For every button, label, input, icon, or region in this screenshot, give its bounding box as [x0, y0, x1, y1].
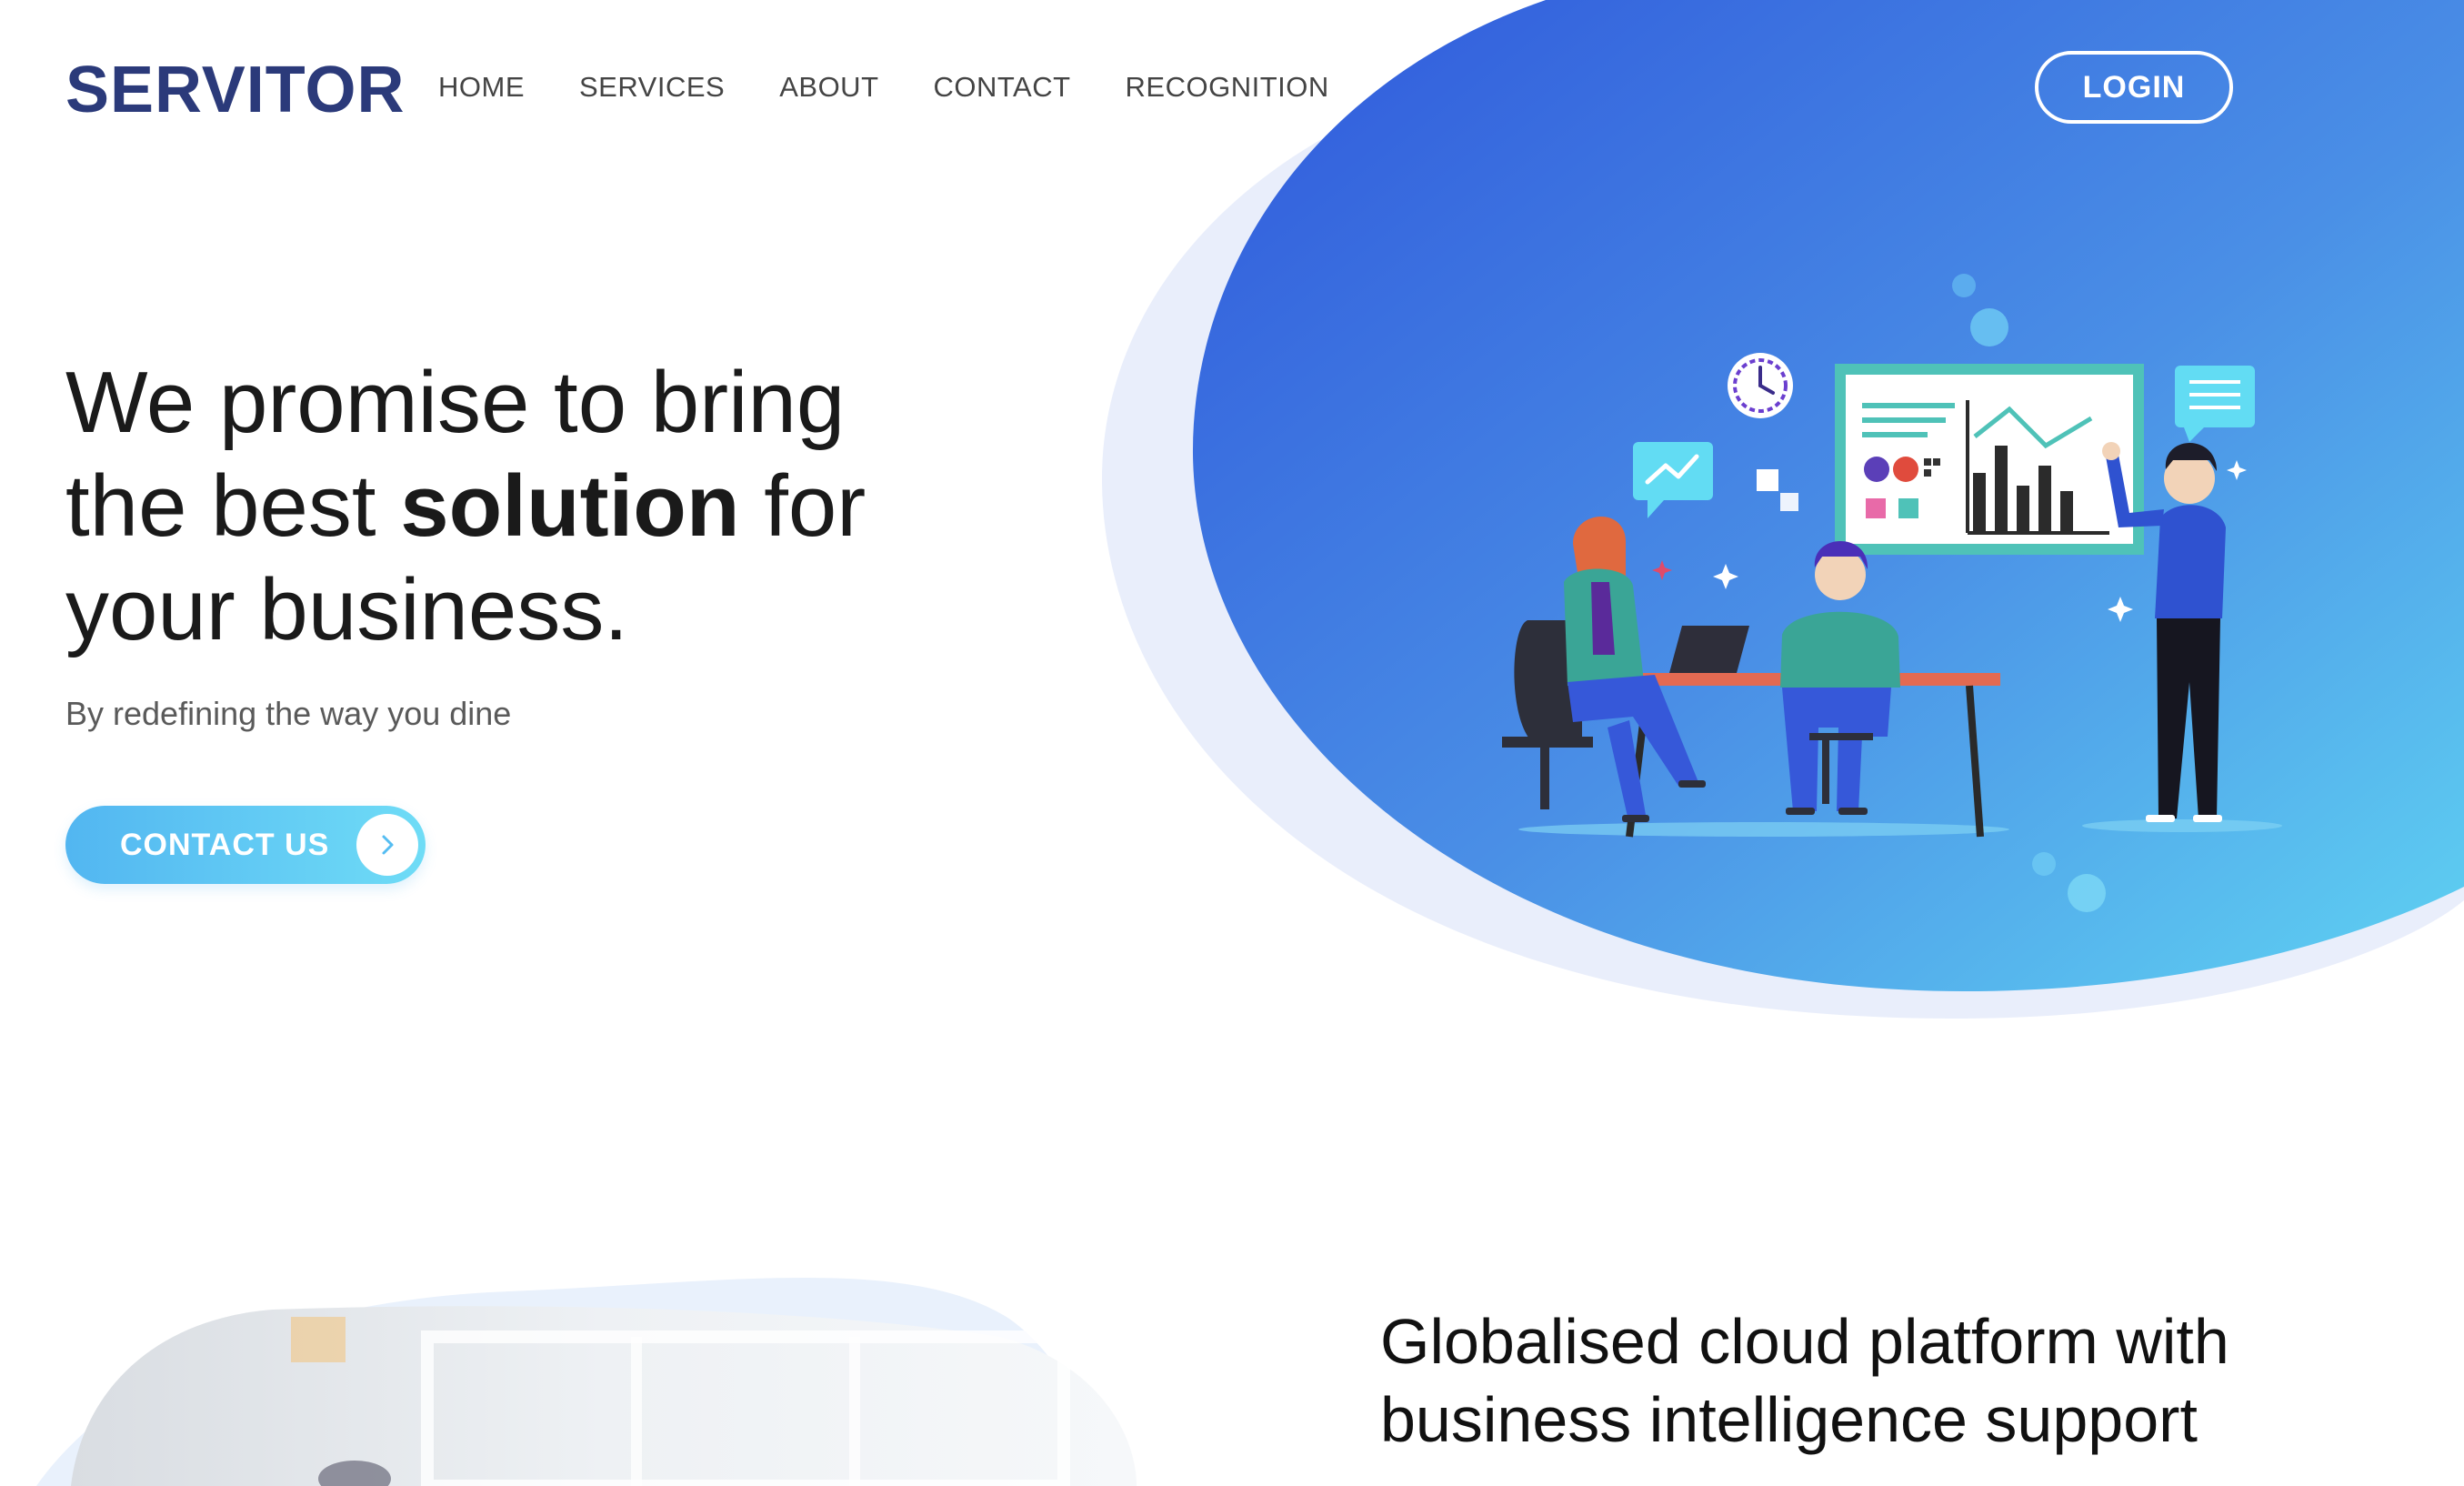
hero-title-line1: We promise to bring: [65, 354, 846, 451]
hero-title-line2-pre: the best: [65, 457, 401, 555]
section2-title: Globalised cloud platform with business i…: [1380, 1302, 2380, 1459]
contact-us-label: CONTACT US: [120, 827, 330, 862]
ground-shadow: [2082, 819, 2282, 832]
sticky-note-icon: [1780, 493, 1798, 511]
clock-icon: [1728, 353, 1793, 418]
bubble-decoration: [1970, 308, 2008, 346]
ground-shadow: [1518, 822, 2009, 837]
section2-title-line1: Globalised cloud platform with: [1380, 1306, 2229, 1377]
sparkle-icon: [1652, 560, 1672, 580]
presentation-board: [1835, 364, 2144, 555]
bubble-decoration: [2032, 852, 2056, 876]
nav-item-contact[interactable]: CONTACT: [934, 71, 1071, 104]
team-illustration: [1502, 274, 2282, 912]
hero-subtitle: By redefining the way you dine: [65, 695, 512, 732]
login-button[interactable]: LOGIN: [2035, 51, 2233, 124]
nav-item-home[interactable]: HOME: [438, 71, 525, 104]
main-nav: HOME SERVICES ABOUT CONTACT RECOGNITION: [438, 71, 1384, 104]
section2-title-line2: business intelligence support: [1380, 1384, 2198, 1455]
laptop-icon: [1669, 626, 1749, 673]
hero-title-line2-post: for: [739, 457, 866, 555]
message-chat-icon: [2175, 366, 2255, 442]
nav-item-about[interactable]: ABOUT: [779, 71, 878, 104]
nav-item-services[interactable]: SERVICES: [579, 71, 725, 104]
man-seated-figure: [1780, 541, 1900, 815]
presenter-figure: [2102, 442, 2226, 822]
bubble-decoration: [1952, 274, 1976, 297]
sticky-note-icon: [1757, 469, 1778, 491]
site-header: SERVITOR HOME SERVICES ABOUT CONTACT REC…: [0, 0, 2464, 182]
photo-orange-accent: [291, 1317, 346, 1362]
trend-chat-icon: [1633, 442, 1713, 518]
brand-logo[interactable]: SERVITOR: [65, 53, 405, 127]
nav-item-recognition[interactable]: RECOGNITION: [1126, 71, 1329, 104]
chevron-right-icon: [356, 814, 418, 876]
contact-us-button[interactable]: CONTACT US: [65, 806, 426, 884]
hero-title-line3: your business.: [65, 561, 628, 658]
bubble-decoration: [2068, 874, 2106, 912]
desk-leg: [1966, 685, 1984, 838]
hero-title-emphasis: solution: [400, 457, 740, 555]
hero-title: We promise to bring the best solution for…: [65, 351, 884, 662]
